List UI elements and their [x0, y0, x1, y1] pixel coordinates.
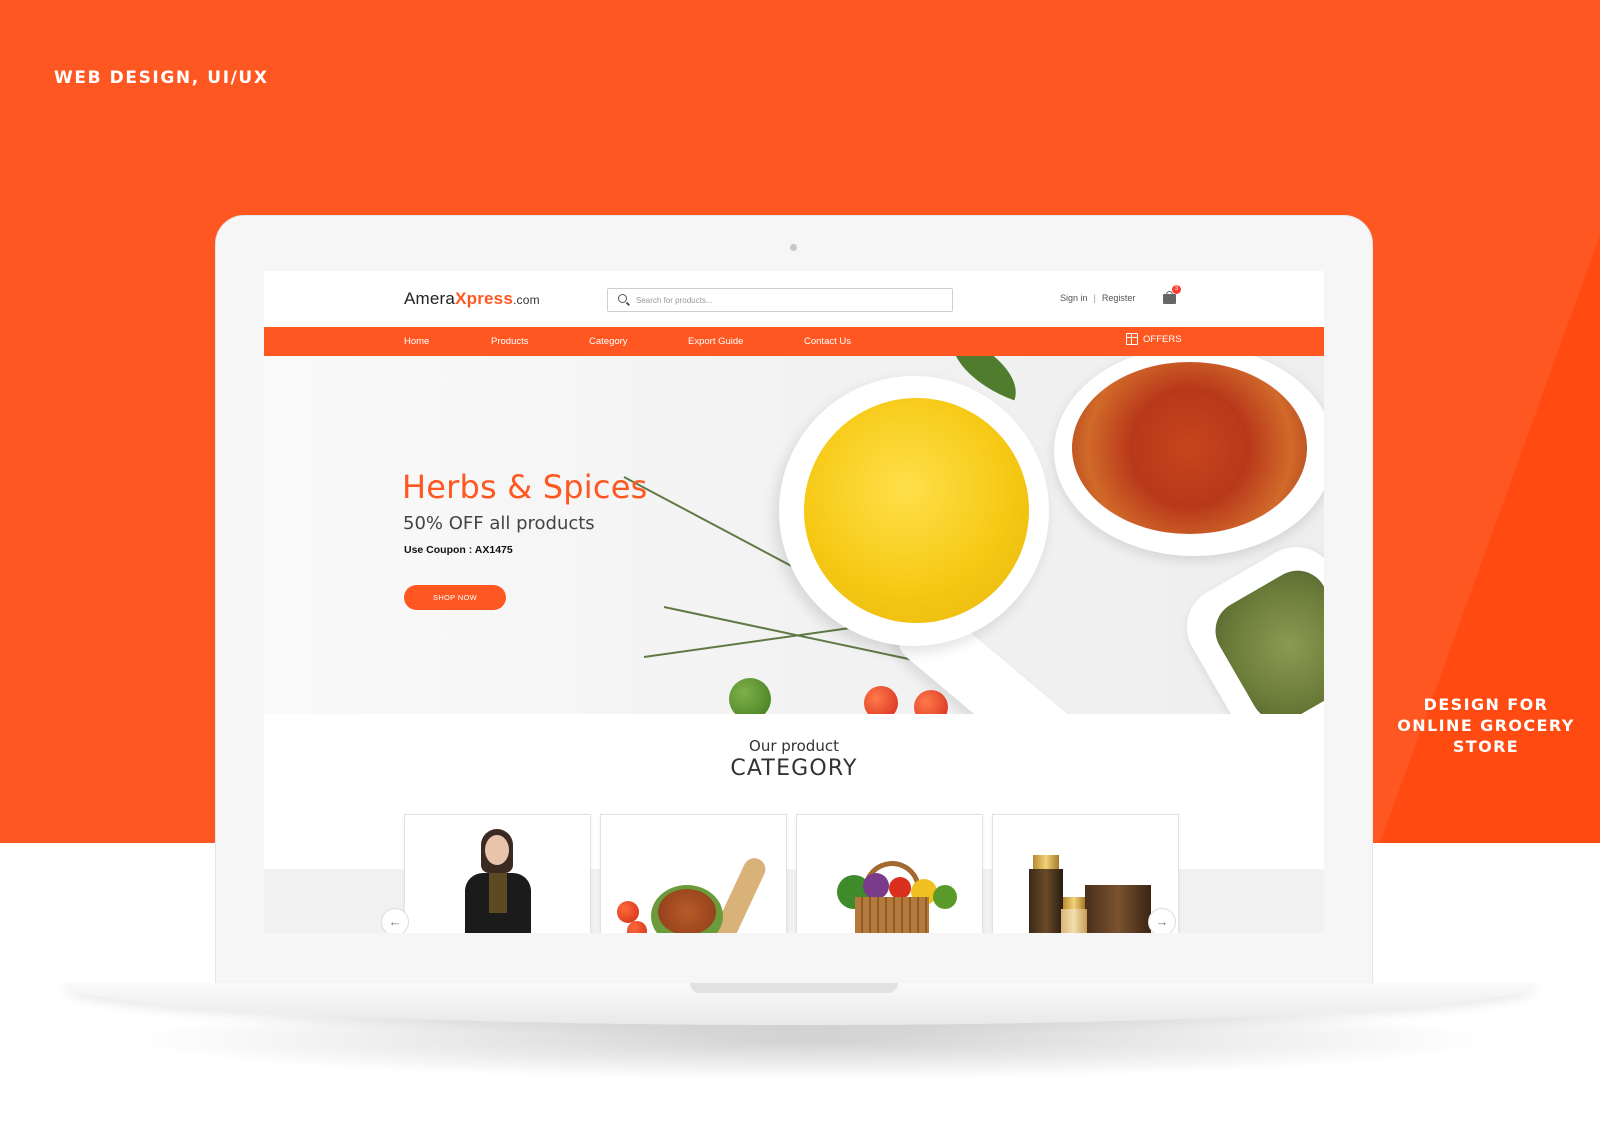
nav-item-products[interactable]: Products: [491, 336, 529, 347]
category-subtitle: Our product: [749, 737, 839, 755]
site-logo[interactable]: AmeraXpress.com: [404, 289, 540, 309]
register-link[interactable]: Register: [1102, 293, 1136, 303]
tomato-image: [627, 921, 647, 933]
logo-part-amera: Amera: [404, 289, 456, 308]
nav-item-contact-us[interactable]: Contact Us: [804, 336, 851, 347]
nav-item-export-guide[interactable]: Export Guide: [688, 336, 743, 347]
perfume-bottle-image: [1029, 869, 1063, 933]
website-screen: AmeraXpress.com Sign in | Register 3 Home …: [264, 271, 1324, 933]
category-card-spices[interactable]: [600, 814, 787, 933]
turmeric-image: [804, 398, 1029, 623]
site-header: AmeraXpress.com Sign in | Register 3: [264, 271, 1324, 327]
woman-head: [485, 835, 509, 865]
tomato-image: [864, 686, 898, 714]
shop-now-button[interactable]: SHOP NOW: [404, 585, 506, 610]
poster: WEB DESIGN, UI/UX DESIGN FOR ONLINE GROC…: [0, 0, 1600, 1134]
poster-tag-line: ONLINE GROCERY: [1397, 716, 1575, 735]
search-input[interactable]: [636, 292, 936, 308]
category-title: CATEGORY: [730, 756, 858, 781]
spice-powder-image: [658, 889, 716, 933]
offers-link[interactable]: OFFERS: [1126, 333, 1182, 345]
foundation-bottle-image: [1061, 909, 1087, 933]
poster-tag-right: DESIGN FOR ONLINE GROCERY STORE: [1386, 694, 1586, 757]
category-card-vegetables[interactable]: [796, 814, 983, 933]
poster-tag-line: STORE: [1452, 737, 1520, 756]
green-tomato-image: [729, 678, 771, 714]
perfume-cap-image: [1063, 897, 1085, 909]
grapes-image: [933, 885, 957, 909]
auth-links: Sign in | Register: [1060, 293, 1135, 303]
kurti-trim: [489, 873, 507, 913]
perfume-cap-image: [1033, 855, 1059, 869]
saffron-image: [1072, 362, 1307, 534]
tomato-image: [914, 690, 948, 714]
tomato-image: [889, 877, 911, 899]
logo-part-xpress: Xpress: [455, 289, 513, 308]
category-card-clothing[interactable]: [404, 814, 591, 933]
search-icon[interactable]: [618, 294, 627, 303]
gift-icon: [1126, 333, 1138, 345]
poster-tag-top: WEB DESIGN, UI/UX: [54, 68, 269, 88]
hero-banner: Herbs & Spices 50% OFF all products Use …: [264, 356, 1324, 714]
hero-title: Herbs & Spices: [402, 468, 648, 506]
shopping-bag-icon[interactable]: 3: [1163, 285, 1181, 304]
search-box[interactable]: [607, 288, 953, 312]
cabbage-image: [863, 873, 889, 899]
sign-in-link[interactable]: Sign in: [1060, 293, 1088, 303]
poster-tag-line: DESIGN FOR: [1423, 695, 1549, 714]
arrow-left-icon[interactable]: ←: [381, 908, 409, 933]
perfume-box-image: [1085, 885, 1151, 933]
hero-coupon: Use Coupon : AX1475: [404, 544, 513, 556]
hero-subtitle: 50% OFF all products: [403, 513, 595, 534]
cart-count-badge: 3: [1172, 285, 1181, 294]
main-nav: Home Products Category Export Guide Cont…: [264, 327, 1324, 356]
nav-item-home[interactable]: Home: [404, 336, 429, 347]
offers-label: OFFERS: [1143, 333, 1182, 345]
auth-separator: |: [1093, 293, 1096, 303]
camera-icon: [790, 244, 797, 251]
bag-body: [1163, 294, 1176, 304]
laptop-notch: [690, 983, 898, 993]
category-section: Our product CATEGORY ← →: [264, 714, 1324, 933]
tomato-image: [617, 901, 639, 923]
nav-item-category[interactable]: Category: [589, 336, 628, 347]
basket-image: [855, 897, 929, 933]
logo-part-domain: .com: [512, 293, 540, 307]
arrow-right-icon[interactable]: →: [1148, 908, 1176, 933]
